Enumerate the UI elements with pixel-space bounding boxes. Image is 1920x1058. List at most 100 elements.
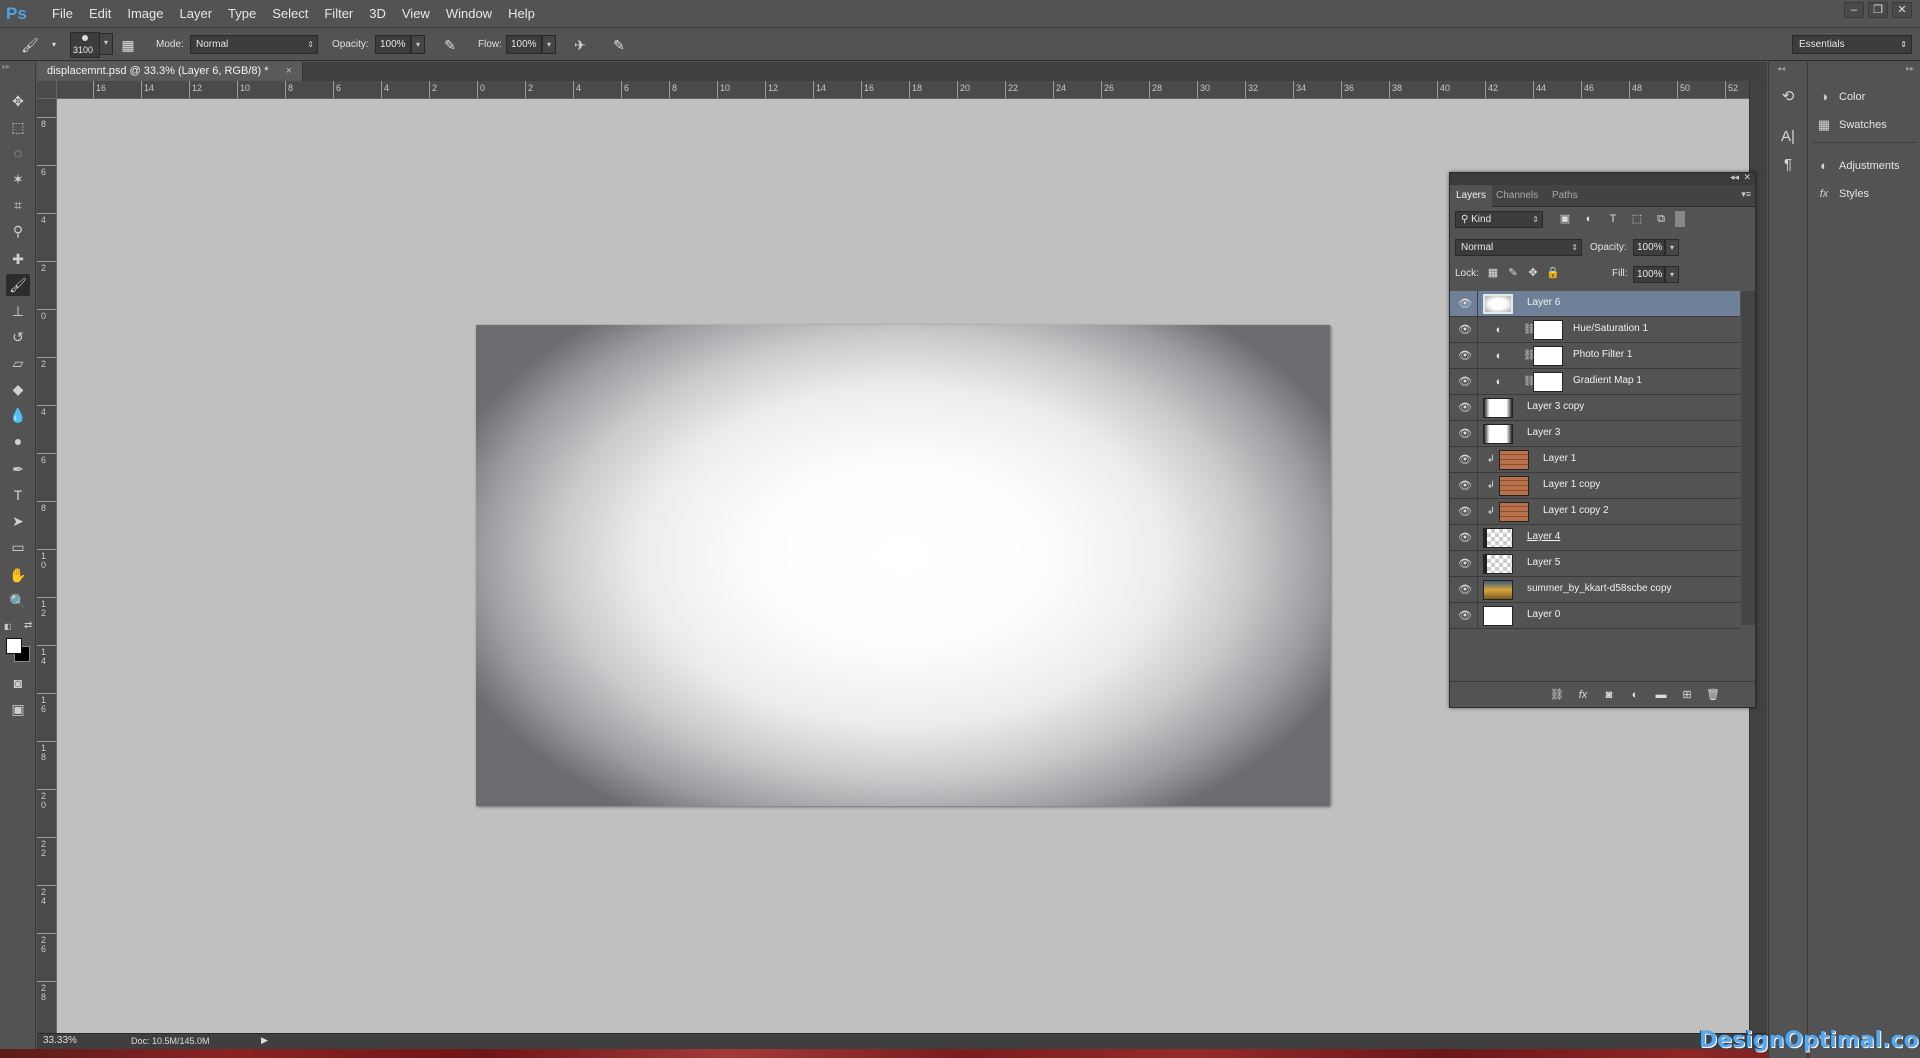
brush-tool-icon[interactable]: 🖌 [6, 274, 30, 296]
eye-icon[interactable]: 👁 [1458, 323, 1472, 337]
type-tool-icon[interactable]: T [6, 484, 30, 506]
magic-wand-tool-icon[interactable]: ✶ [6, 168, 30, 190]
link-icon[interactable]: ⛓ [1523, 323, 1536, 337]
menu-3d[interactable]: 3D [361, 0, 394, 28]
paragraph-icon[interactable]: ¶ [1777, 154, 1799, 176]
fill-dropdown[interactable]: ▾ [1665, 266, 1679, 283]
tab-layers[interactable]: Layers [1450, 185, 1493, 207]
horizontal-ruler[interactable]: 16 14 12 10 8 6 4 2 0 2 4 6 8 10 12 14 16 18 20 22 24 26 28 30 3… [57, 81, 1749, 99]
tab-channels[interactable]: Channels [1490, 185, 1544, 207]
brush-tool-preset-icon[interactable]: 🖌 [20, 35, 40, 55]
eye-icon[interactable]: 👁 [1458, 427, 1472, 441]
trash-icon[interactable]: 🗑 [1704, 687, 1722, 703]
quick-mask-icon[interactable]: ◙ [6, 672, 30, 694]
pressure-opacity-icon[interactable]: ✎ [440, 35, 460, 55]
eye-icon[interactable]: 👁 [1458, 297, 1472, 311]
zoom-tool-icon[interactable]: 🔍 [6, 590, 30, 612]
layer-row-gradient-map-1[interactable]: 👁 ◐ ⛓ Gradient Map 1 [1450, 369, 1740, 395]
lock-all-icon[interactable]: 🔒 [1546, 266, 1560, 280]
layer-row-layer-0[interactable]: 👁 Layer 0 [1450, 603, 1740, 629]
opacity-field[interactable]: 100% [375, 35, 411, 54]
brush-size-dropdown[interactable]: ▾ [99, 33, 113, 55]
layer-row-layer-3[interactable]: 👁 Layer 3 [1450, 421, 1740, 447]
healing-brush-tool-icon[interactable]: ✚ [6, 248, 30, 270]
smart-object-filter-icon[interactable]: ⧉ [1653, 211, 1669, 227]
layer-row-layer-6[interactable]: 👁 Layer 6 [1450, 291, 1740, 317]
eye-icon[interactable]: 👁 [1458, 375, 1472, 389]
mode-select[interactable]: Normal ⇕ [190, 35, 318, 54]
layer-row-layer-4[interactable]: 👁 Layer 4 [1450, 525, 1740, 551]
history-brush-tool-icon[interactable]: ↺ [6, 326, 30, 348]
layer-opacity-dropdown[interactable]: ▾ [1665, 239, 1679, 256]
eyedropper-tool-icon[interactable]: ⚲ [6, 220, 30, 242]
menu-image[interactable]: Image [119, 0, 171, 28]
menu-help[interactable]: Help [500, 0, 543, 28]
adjustment-filter-icon[interactable]: ◐ [1581, 211, 1597, 227]
pixel-filter-icon[interactable]: ▣ [1557, 211, 1573, 227]
lasso-tool-icon[interactable]: ◌ [6, 142, 30, 164]
flow-field[interactable]: 100% [506, 35, 542, 54]
paint-bucket-tool-icon[interactable]: ◆ [6, 378, 30, 400]
dodge-tool-icon[interactable]: ● [6, 430, 30, 452]
menu-layer[interactable]: Layer [172, 0, 221, 28]
move-tool-icon[interactable]: ✥ [6, 90, 30, 112]
default-colors-icon[interactable]: ◧ [4, 622, 12, 631]
link-icon[interactable]: ⛓ [1523, 375, 1536, 389]
eye-icon[interactable]: 👁 [1458, 609, 1472, 623]
pressure-size-icon[interactable]: ✎ [609, 35, 629, 55]
hand-tool-icon[interactable]: ✋ [6, 564, 30, 586]
blur-tool-icon[interactable]: 💧 [6, 404, 30, 426]
fx-icon[interactable]: fx [1574, 687, 1592, 703]
layer-opacity-field[interactable]: 100% [1633, 239, 1665, 256]
link-layers-icon[interactable]: ⛓ [1548, 687, 1566, 703]
status-menu-arrow-icon[interactable]: ▶ [261, 1035, 268, 1046]
lock-pixels-icon[interactable]: ✎ [1506, 266, 1520, 280]
type-filter-icon[interactable]: T [1605, 211, 1621, 227]
folder-icon[interactable]: ▬ [1652, 687, 1670, 703]
pen-tool-icon[interactable]: ✒ [6, 458, 30, 480]
layer-row-photo-filter-1[interactable]: 👁 ◐ ⛓ Photo Filter 1 [1450, 343, 1740, 369]
layer-row-layer-1-copy[interactable]: 👁 ↲ Layer 1 copy [1450, 473, 1740, 499]
layer-row-layer-1[interactable]: 👁 ↲ Layer 1 [1450, 447, 1740, 473]
styles-panel-button[interactable]: fx Styles [1815, 181, 1915, 207]
lock-position-icon[interactable]: ✥ [1526, 266, 1540, 280]
panel-title-bar[interactable]: ◂◂ ✕ [1450, 172, 1755, 185]
panel-menu-icon[interactable]: ▾≡ [1741, 189, 1751, 200]
lock-transparency-icon[interactable]: ▦ [1486, 266, 1500, 280]
path-selection-tool-icon[interactable]: ➤ [6, 510, 30, 532]
close-tab-icon[interactable]: × [286, 65, 292, 77]
menu-type[interactable]: Type [220, 0, 264, 28]
adjustment-layer-icon[interactable]: ◐ [1626, 687, 1644, 703]
eye-icon[interactable]: 👁 [1458, 531, 1472, 545]
restore-icon[interactable]: ❐ [1868, 2, 1888, 18]
layer-row-layer-5[interactable]: 👁 Layer 5 [1450, 551, 1740, 577]
eye-icon[interactable]: 👁 [1458, 557, 1472, 571]
eye-icon[interactable]: 👁 [1458, 401, 1472, 415]
menu-edit[interactable]: Edit [81, 0, 119, 28]
layer-row-layer-3-copy[interactable]: 👁 Layer 3 copy [1450, 395, 1740, 421]
ruler-origin[interactable] [37, 81, 57, 99]
zoom-level[interactable]: 33.33% [43, 1035, 77, 1046]
vertical-ruler[interactable]: 8 6 4 2 0 2 4 6 8 1 0 1 2 1 4 1 6 1 8 2 0 2 2 2 4 2 6 2 8 [37, 99, 57, 1033]
eraser-tool-icon[interactable]: ▱ [6, 352, 30, 374]
workspace-switcher[interactable]: Essentials ⇕ [1792, 35, 1912, 54]
opacity-dropdown[interactable]: ▾ [411, 35, 425, 54]
brush-panel-icon[interactable]: ▦ [118, 35, 138, 55]
adjustments-panel-button[interactable]: ◐ Adjustments [1815, 153, 1915, 179]
color-panel-button[interactable]: ◑ Color [1815, 84, 1915, 110]
flow-dropdown[interactable]: ▾ [542, 35, 556, 54]
eye-icon[interactable]: 👁 [1458, 505, 1472, 519]
eye-icon[interactable]: 👁 [1458, 583, 1472, 597]
filter-kind-select[interactable]: ⚲ Kind ⇕ [1455, 211, 1543, 228]
tab-paths[interactable]: Paths [1546, 185, 1584, 207]
airbrush-icon[interactable]: ✈ [570, 35, 590, 55]
close-panel-icon[interactable]: ✕ [1743, 172, 1751, 183]
collapse-panel-icon[interactable]: ◂◂ [1730, 172, 1739, 183]
menu-view[interactable]: View [394, 0, 438, 28]
menu-select[interactable]: Select [264, 0, 316, 28]
shape-filter-icon[interactable]: ⬚ [1629, 211, 1645, 227]
menu-filter[interactable]: Filter [316, 0, 361, 28]
close-icon[interactable]: ✕ [1892, 2, 1912, 18]
document-tab[interactable]: displacemnt.psd @ 33.3% (Layer 6, RGB/8)… [37, 62, 303, 81]
eye-icon[interactable]: 👁 [1458, 479, 1472, 493]
